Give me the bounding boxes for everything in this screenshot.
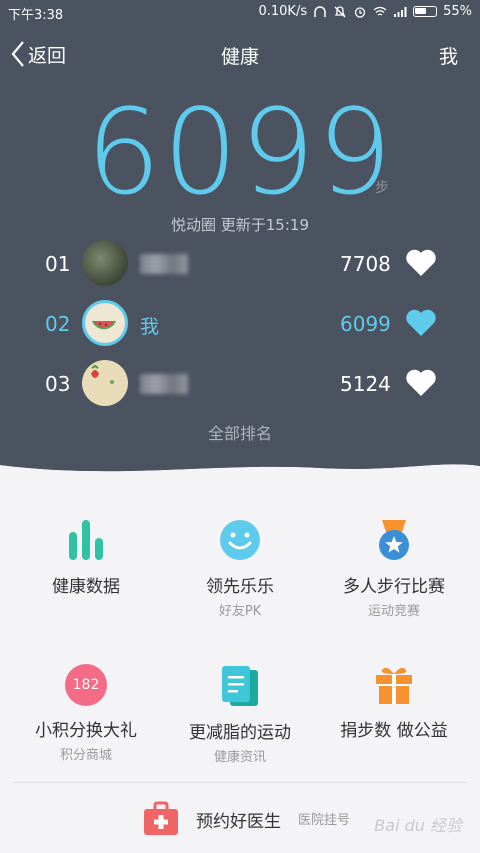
headphones-icon [314, 5, 326, 17]
blurred-name [140, 374, 188, 394]
feature-health-data[interactable]: 健康数据 [6, 518, 166, 597]
rank-score: 6099 [340, 312, 391, 336]
rank-row[interactable]: 03 5124 [0, 360, 480, 410]
heart-icon[interactable] [405, 308, 437, 338]
document-icon [222, 666, 258, 706]
feature-subtitle: 好友PK [218, 604, 262, 619]
alarm-icon [354, 6, 366, 18]
feature-title: 更减脂的运动 [189, 723, 291, 743]
doctor-title: 预约好医生 [196, 812, 281, 832]
watermelon-icon [92, 320, 116, 330]
bar-chart-icon [69, 520, 103, 560]
baidu-watermark: Bai du 经验 [374, 816, 462, 835]
battery-level: 55% [443, 4, 472, 19]
medical-kit-icon [144, 801, 178, 835]
profile-button[interactable]: 我 [439, 42, 458, 69]
gift-icon [376, 667, 412, 704]
smiley-icon [220, 520, 260, 560]
rank-score: 5124 [340, 372, 391, 396]
blurred-name [140, 254, 188, 274]
wifi-icon [373, 6, 387, 16]
strawberry-icon [91, 364, 114, 384]
update-info: 悦动圈 更新于15:19 [171, 216, 309, 234]
points-value: 182 [72, 677, 100, 693]
rank-number: 01 [45, 252, 71, 276]
signal-icon [394, 6, 407, 17]
rank-row[interactable]: 02 我 6099 [0, 300, 480, 350]
status-right: 0.10K/s 55% [258, 4, 472, 19]
rank-score: 7708 [340, 252, 391, 276]
points-badge-icon: 182 [65, 664, 107, 706]
rank-name: 我 [140, 316, 160, 338]
medal-icon [379, 520, 409, 560]
status-time: 下午3:38 [8, 8, 64, 23]
step-unit: 步 [375, 180, 389, 196]
divider [14, 782, 466, 783]
feature-title: 领先乐乐 [206, 577, 274, 597]
feature-title: 健康数据 [52, 577, 120, 597]
battery-icon [413, 6, 438, 17]
feature-subtitle: 运动竞赛 [367, 604, 420, 619]
network-speed: 0.10K/s [258, 4, 308, 19]
nav-bar: 返回 健康 我 [0, 36, 480, 76]
feature-pk[interactable]: 领先乐乐 好友PK [160, 518, 320, 619]
feature-subtitle: 积分商城 [59, 748, 112, 763]
heart-icon[interactable] [405, 368, 437, 398]
doctor-subtitle: 医院挂号 [298, 813, 351, 828]
heart-icon[interactable] [405, 248, 437, 278]
wave-divider [0, 450, 480, 490]
feature-walking-race[interactable]: 多人步行比赛 运动竞赛 [314, 518, 474, 619]
step-count: 6099 [85, 83, 395, 221]
feature-title: 小积分换大礼 [35, 721, 137, 741]
rank-number: 02 [45, 312, 71, 336]
mute-bell-icon [334, 5, 346, 17]
avatar[interactable] [82, 300, 128, 346]
rank-number: 03 [45, 372, 71, 396]
feature-fat-loss[interactable]: 更减脂的运动 健康资讯 [160, 664, 320, 765]
avatar[interactable] [82, 240, 128, 286]
page-title: 健康 [220, 46, 259, 68]
all-rank-link[interactable]: 全部排名 [0, 420, 480, 444]
status-bar: 下午3:38 0.10K/s 55% [0, 0, 480, 26]
feature-points-mall[interactable]: 182 小积分换大礼 积分商城 [6, 664, 166, 763]
avatar[interactable] [82, 360, 128, 406]
feature-subtitle: 健康资讯 [213, 750, 266, 765]
feature-title: 多人步行比赛 [343, 577, 445, 597]
feature-donate-steps[interactable]: 捐步数 做公益 [314, 664, 474, 741]
rank-row[interactable]: 01 7708 [0, 240, 480, 290]
feature-title: 捐步数 做公益 [340, 721, 448, 741]
